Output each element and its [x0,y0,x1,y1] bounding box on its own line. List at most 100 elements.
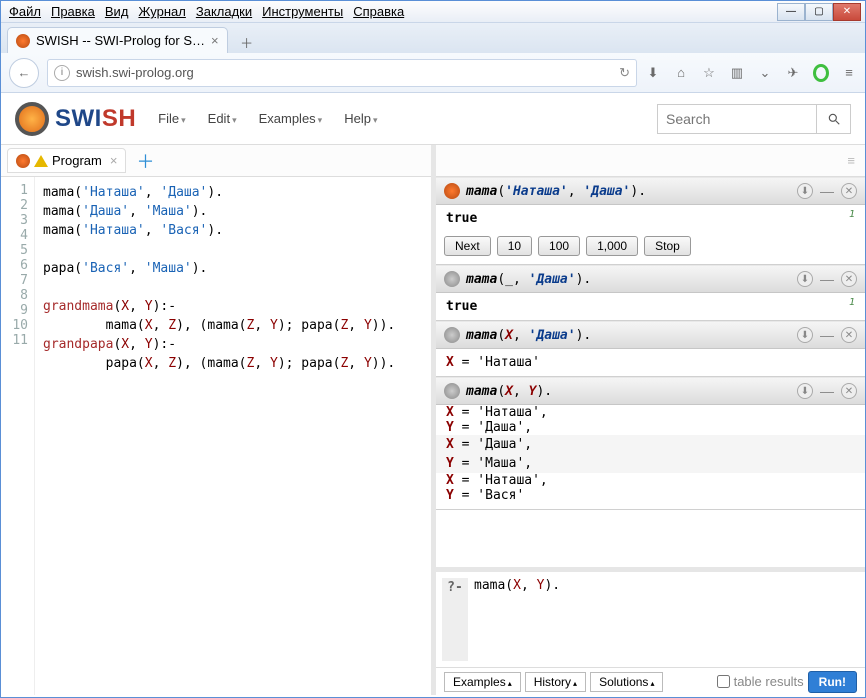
tab-close-icon[interactable]: × [211,33,219,48]
query-status-icon [444,183,460,199]
logo-text-red: SH [102,105,136,132]
window-minimize-button[interactable]: — [777,3,805,21]
answer-btn-100[interactable]: 100 [538,236,580,256]
answer-header[interactable]: mama(X, Y). ⬇ — ✕ [436,377,865,405]
close-icon[interactable]: ✕ [841,271,857,287]
table-results-toggle[interactable]: table results [717,674,804,689]
bookmark-star-icon[interactable]: ☆ [701,65,717,81]
solutions-dropdown[interactable]: Solutions [590,672,663,692]
browser-toolbar: ← i swish.swi-prolog.org ↻ ⬇ ⌂ ☆ ▥ ⌄ ✈ ≡ [1,53,865,93]
swish-logo[interactable]: SWISH [15,102,136,136]
answer-block: mama(X, Y). ⬇ — ✕ X = 'Наташа',Y = 'Даша… [436,377,865,510]
query-input[interactable]: mama(X, Y). [474,578,859,661]
app-header: SWISH File Edit Examples Help [1,93,865,145]
editor-tab-program[interactable]: Program × [7,148,126,173]
nav-back-button[interactable]: ← [9,58,39,88]
query-status-icon [444,271,460,287]
results-menu-icon[interactable]: ≡ [436,145,865,177]
window-maximize-button[interactable]: ▢ [805,3,833,21]
app-menu: File Edit Examples Help [158,111,377,126]
code-editor[interactable]: 1234567891011 mama('Наташа', 'Даша').mam… [1,177,431,695]
hamburger-menu-icon[interactable]: ≡ [841,65,857,80]
close-icon[interactable]: ✕ [841,327,857,343]
answer-btn-10[interactable]: 10 [497,236,532,256]
download-icon[interactable]: ⬇ [797,327,813,343]
menu-edit[interactable]: Edit [208,111,237,126]
pocket-icon[interactable]: ⌄ [757,65,773,81]
editor-tab-bar: Program × ＋ [1,145,431,177]
search-icon [827,112,841,126]
minimize-icon[interactable]: — [819,327,835,343]
menu-examples[interactable]: Examples [259,111,323,126]
site-info-icon[interactable]: i [54,65,70,81]
answer-header[interactable]: mama(_, 'Даша'). ⬇ — ✕ [436,265,865,293]
answer-query: mama(_, 'Даша'). [466,272,591,287]
answer-block: mama('Наташа', 'Даша'). ⬇ — ✕ true1Next1… [436,177,865,265]
os-menu-bar: Файл Правка Вид Журнал Закладки Инструме… [5,4,404,19]
code-area[interactable]: mama('Наташа', 'Даша').mama('Даша', 'Маш… [35,177,395,695]
editor-new-tab-button[interactable]: ＋ [130,148,160,174]
minimize-icon[interactable]: — [819,271,835,287]
download-icon[interactable]: ⬇ [797,271,813,287]
close-icon[interactable]: ✕ [841,383,857,399]
new-tab-button[interactable]: ＋ [234,31,260,53]
extension-icon[interactable] [813,64,829,82]
program-icon [16,154,30,168]
answer-btn-Stop[interactable]: Stop [644,236,691,256]
search-button[interactable] [817,104,851,134]
favicon-icon [16,34,30,48]
examples-dropdown[interactable]: Examples [444,672,521,692]
url-text: swish.swi-prolog.org [76,65,194,80]
downloads-icon[interactable]: ⬇ [645,65,661,81]
table-results-label: table results [734,674,804,689]
browser-tab[interactable]: SWISH -- SWI-Prolog for S… × [7,27,228,53]
run-button[interactable]: Run! [808,671,857,693]
editor-pane: Program × ＋ 1234567891011 mama('Наташа',… [1,145,436,695]
answer-query: mama(X, 'Даша'). [466,328,591,343]
answer-header[interactable]: mama(X, 'Даша'). ⬇ — ✕ [436,321,865,349]
answers-list: mama('Наташа', 'Даша'). ⬇ — ✕ true1Next1… [436,177,865,567]
answer-block: mama(X, 'Даша'). ⬇ — ✕ X = 'Наташа' [436,321,865,377]
os-menu-history[interactable]: Журнал [138,4,185,19]
window-close-button[interactable]: ✕ [833,3,861,21]
os-menu-bookmarks[interactable]: Закладки [196,4,252,19]
url-input[interactable]: i swish.swi-prolog.org ↻ [47,59,637,87]
warning-icon [34,155,48,167]
logo-text-blue: SWI [55,105,102,132]
query-pane: ?- mama(X, Y). Examples History Solution… [436,567,865,695]
query-status-icon [444,327,460,343]
answer-block: mama(_, 'Даша'). ⬇ — ✕ true1 [436,265,865,321]
minimize-icon[interactable]: — [819,183,835,199]
download-icon[interactable]: ⬇ [797,383,813,399]
answer-btn-1,000[interactable]: 1,000 [586,236,638,256]
minimize-icon[interactable]: — [819,383,835,399]
reload-icon[interactable]: ↻ [619,65,630,81]
os-title-bar: Файл Правка Вид Журнал Закладки Инструме… [1,1,865,23]
send-icon[interactable]: ✈ [785,65,801,81]
download-icon[interactable]: ⬇ [797,183,813,199]
os-menu-tools[interactable]: Инструменты [262,4,343,19]
line-gutter: 1234567891011 [1,177,35,695]
sidebar-icon[interactable]: ▥ [729,65,745,81]
history-dropdown[interactable]: History [525,672,586,692]
close-icon[interactable]: ✕ [841,183,857,199]
browser-tab-strip: SWISH -- SWI-Prolog for S… × ＋ [1,23,865,53]
table-results-checkbox[interactable] [717,675,730,688]
answer-header[interactable]: mama('Наташа', 'Даша'). ⬇ — ✕ [436,177,865,205]
search-input[interactable] [657,104,817,134]
os-menu-edit[interactable]: Правка [51,4,95,19]
answer-query: mama('Наташа', 'Даша'). [466,184,646,199]
query-prompt: ?- [442,578,468,661]
answer-btn-Next[interactable]: Next [444,236,491,256]
os-menu-file[interactable]: Файл [9,4,41,19]
os-menu-help[interactable]: Справка [353,4,404,19]
home-icon[interactable]: ⌂ [673,65,689,80]
editor-tab-label: Program [52,153,102,168]
editor-tab-close-icon[interactable]: × [110,153,118,168]
query-status-icon [444,383,460,399]
menu-file[interactable]: File [158,111,185,126]
results-pane: ≡ mama('Наташа', 'Даша'). ⬇ — ✕ true1Nex… [436,145,865,695]
menu-help[interactable]: Help [344,111,377,126]
os-menu-view[interactable]: Вид [105,4,129,19]
logo-gear-icon [15,102,49,136]
